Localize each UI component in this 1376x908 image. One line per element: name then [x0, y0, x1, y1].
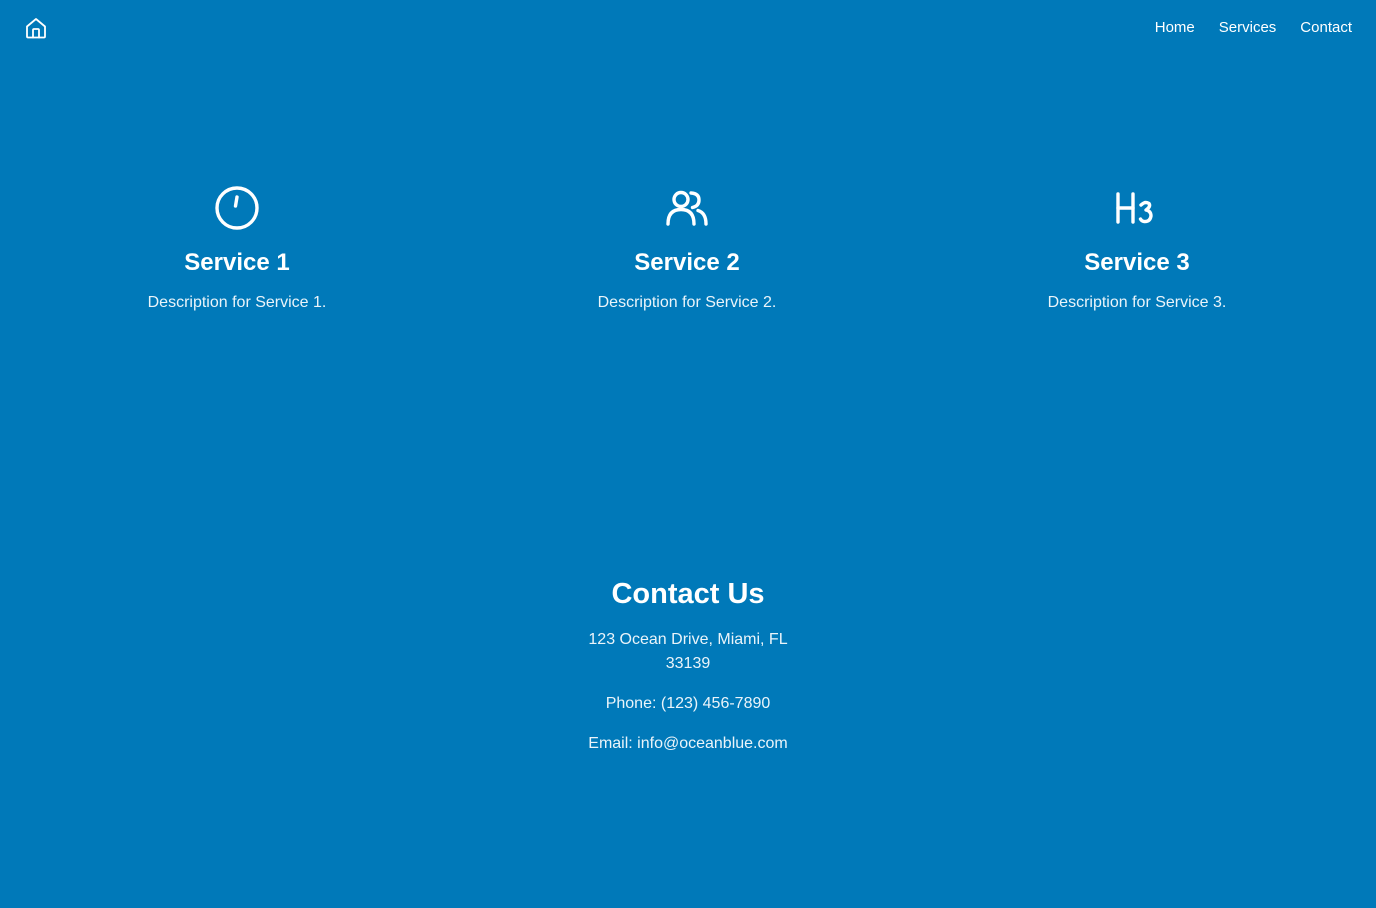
home-icon[interactable] — [24, 16, 48, 40]
service-card-3: Service 3 Description for Service 3. — [912, 184, 1362, 314]
service-description: Description for Service 2. — [597, 294, 777, 311]
contact-section: Contact Us 123 Ocean Drive, Miami, FL 33… — [588, 574, 788, 756]
service-card-1: Service 1 Description for Service 1. — [12, 184, 462, 314]
service-title: Service 2 — [634, 249, 740, 276]
services-section: Service 1 Description for Service 1. Ser… — [12, 184, 1364, 314]
service-title: Service 1 — [184, 249, 290, 276]
nav-home-link[interactable]: Home — [1155, 18, 1195, 38]
users-icon — [666, 190, 708, 226]
nav-services-link[interactable]: Services — [1219, 18, 1277, 38]
service-title: Service 3 — [1084, 249, 1190, 276]
main-nav: Home Services Contact — [1155, 18, 1352, 38]
page: Home Services Contact Service 1 Descript… — [0, 0, 1376, 908]
service-card-2: Service 2 Description for Service 2. — [462, 184, 912, 314]
heading-3-icon — [1116, 192, 1153, 224]
service-description: Description for Service 3. — [1047, 294, 1227, 311]
site-header: Home Services Contact — [0, 0, 1376, 56]
service-description: Description for Service 1. — [147, 294, 327, 311]
contact-phone: Phone: (123) 456-7890 — [605, 695, 771, 712]
contact-address: 123 Ocean Drive, Miami, FL 33139 — [588, 631, 788, 672]
contact-email: Email: info@oceanblue.com — [588, 735, 788, 752]
contact-title: Contact Us — [611, 578, 765, 610]
nav-contact-link[interactable]: Contact — [1300, 18, 1352, 38]
clock-icon — [215, 186, 259, 230]
